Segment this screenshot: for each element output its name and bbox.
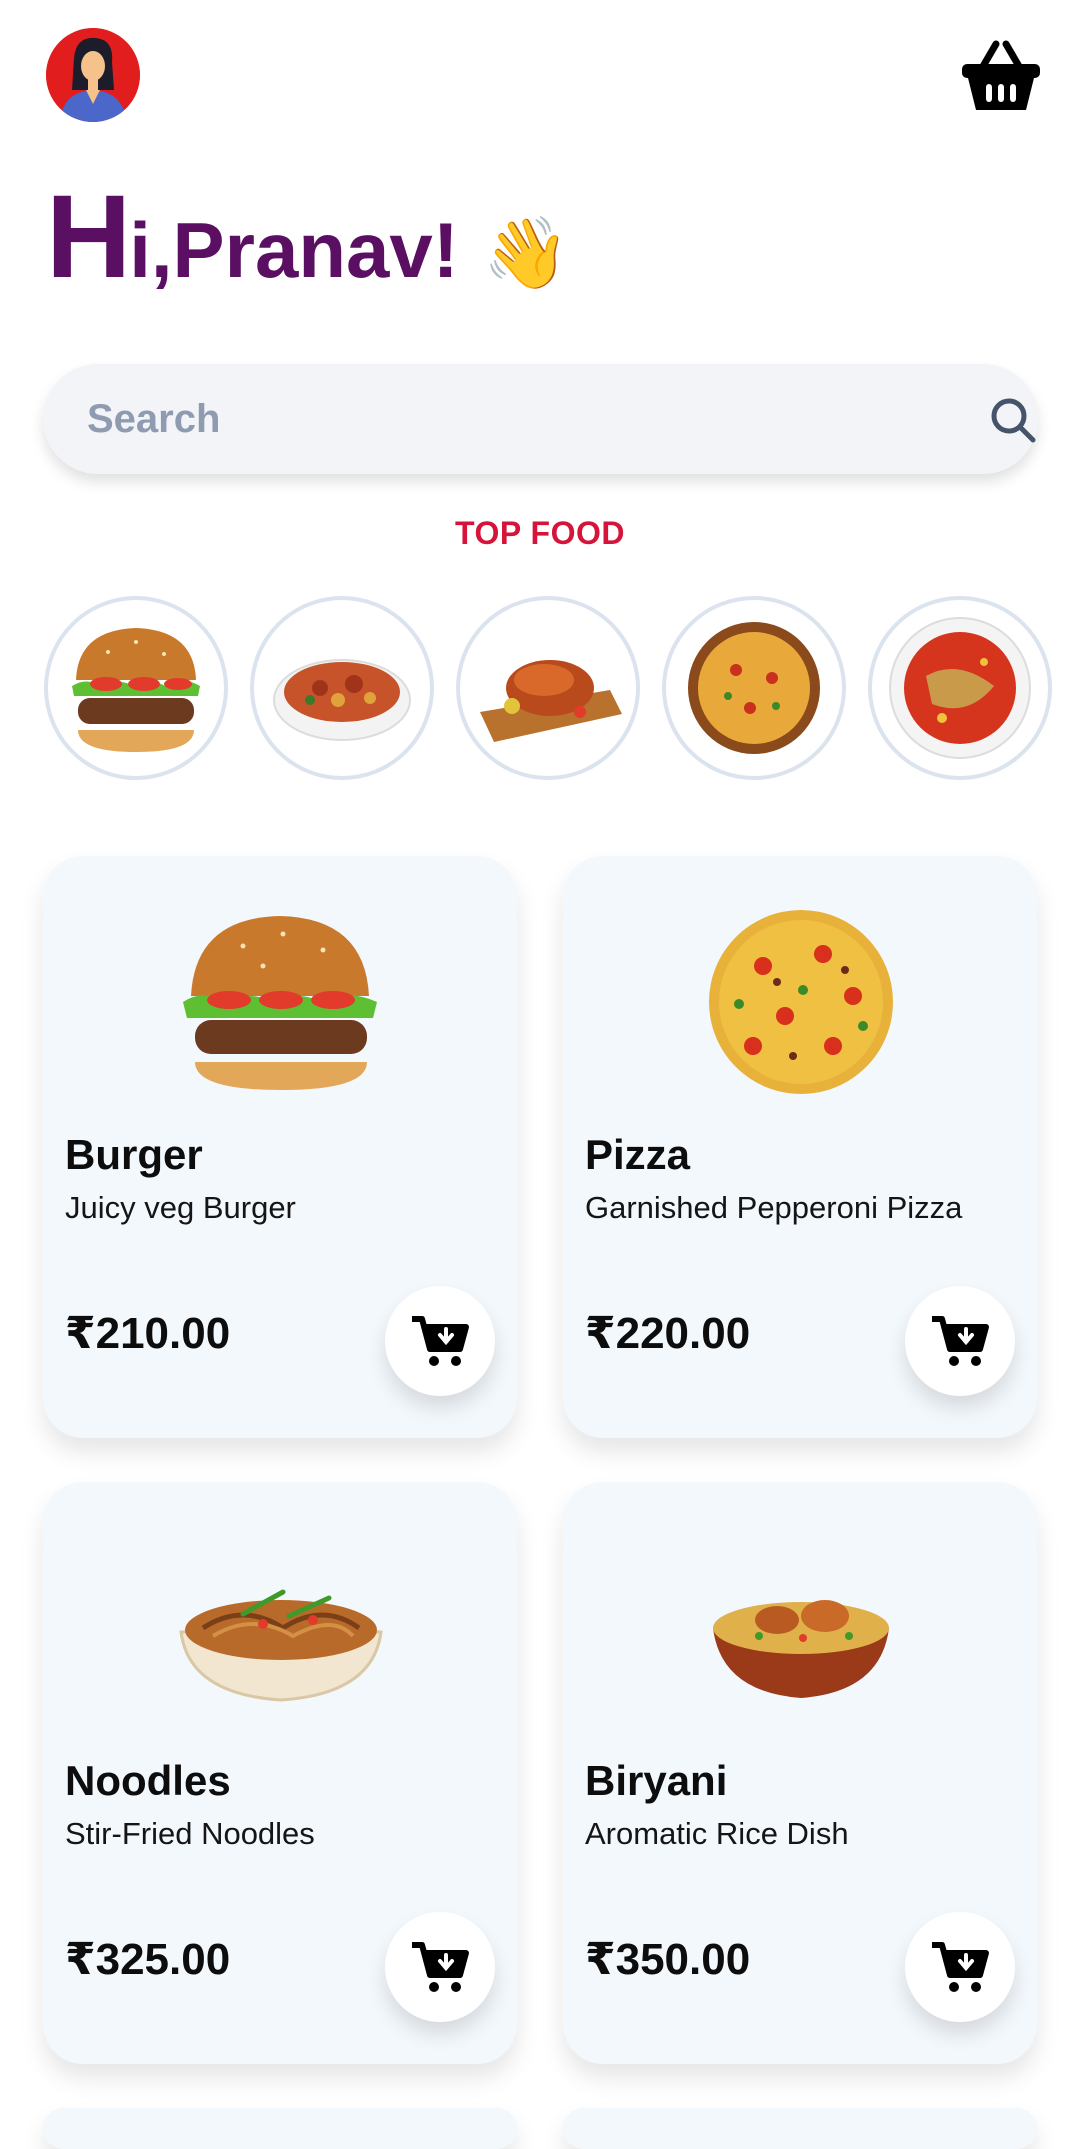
top-food-pasta[interactable] — [250, 596, 434, 780]
waving-hand-icon: 👋 — [482, 214, 570, 292]
top-food-title: TOP FOOD — [455, 515, 625, 551]
noodles-image — [43, 1532, 517, 1732]
add-to-cart-button[interactable] — [385, 1286, 495, 1396]
product-card-next-row[interactable] — [43, 2108, 517, 2149]
product-description: Stir-Fried Noodles — [65, 1816, 315, 1851]
roast-chicken-image — [480, 660, 622, 742]
product-card-pizza[interactable]: Pizza Garnished Pepperoni Pizza ₹220.00 — [563, 856, 1037, 1438]
top-bar — [0, 0, 1080, 140]
top-food-carousel[interactable] — [44, 596, 1080, 780]
greeting-initial: H — [46, 171, 131, 303]
search-bar — [43, 364, 1038, 474]
product-name: Biryani — [585, 1757, 728, 1804]
add-to-cart-icon — [932, 1316, 989, 1366]
product-price: ₹220.00 — [585, 1309, 751, 1358]
product-card-next-row[interactable] — [563, 2108, 1037, 2149]
product-price: ₹210.00 — [65, 1309, 231, 1358]
greeting-name: i,Pranav! — [129, 206, 459, 294]
burger-image — [43, 906, 517, 1106]
add-to-cart-icon — [412, 1316, 469, 1366]
search-input[interactable] — [87, 364, 927, 474]
product-card-noodles[interactable]: Noodles Stir-Fried Noodles ₹325.00 — [43, 1482, 517, 2064]
add-to-cart-button[interactable] — [905, 1286, 1015, 1396]
product-name: Burger — [65, 1131, 203, 1178]
user-avatar[interactable] — [46, 28, 140, 122]
product-name: Noodles — [65, 1757, 231, 1804]
product-name: Pizza — [585, 1131, 691, 1178]
pizza-image — [688, 622, 820, 754]
product-description: Juicy veg Burger — [65, 1190, 296, 1225]
add-to-cart-button[interactable] — [905, 1912, 1015, 2022]
top-food-burger[interactable] — [44, 596, 228, 780]
product-description: Aromatic Rice Dish — [585, 1816, 849, 1851]
top-food-pizza[interactable] — [662, 596, 846, 780]
product-card-biryani[interactable]: Biryani Aromatic Rice Dish ₹350.00 — [563, 1482, 1037, 2064]
pizza-image — [563, 906, 1037, 1106]
curry-image — [889, 617, 1031, 759]
product-price: ₹325.00 — [65, 1935, 231, 1984]
add-to-cart-button[interactable] — [385, 1912, 495, 2022]
product-card-burger[interactable]: Burger Juicy veg Burger ₹210.00 — [43, 856, 517, 1438]
add-to-cart-icon — [412, 1942, 469, 1992]
greeting-heading: H i,Pranav! 👋 — [46, 178, 570, 308]
basket-button[interactable] — [960, 40, 1042, 112]
basket-icon — [962, 40, 1040, 110]
add-to-cart-icon — [932, 1942, 989, 1992]
burger-image — [72, 628, 200, 752]
user-avatar-icon — [46, 28, 140, 122]
top-food-curry[interactable] — [868, 596, 1052, 780]
product-description: Garnished Pepperoni Pizza — [585, 1190, 963, 1225]
biryani-image — [563, 1532, 1037, 1732]
top-food-roast-chicken[interactable] — [456, 596, 640, 780]
product-price: ₹350.00 — [585, 1935, 751, 1984]
search-icon[interactable] — [989, 396, 1037, 444]
pasta-image — [273, 659, 411, 741]
